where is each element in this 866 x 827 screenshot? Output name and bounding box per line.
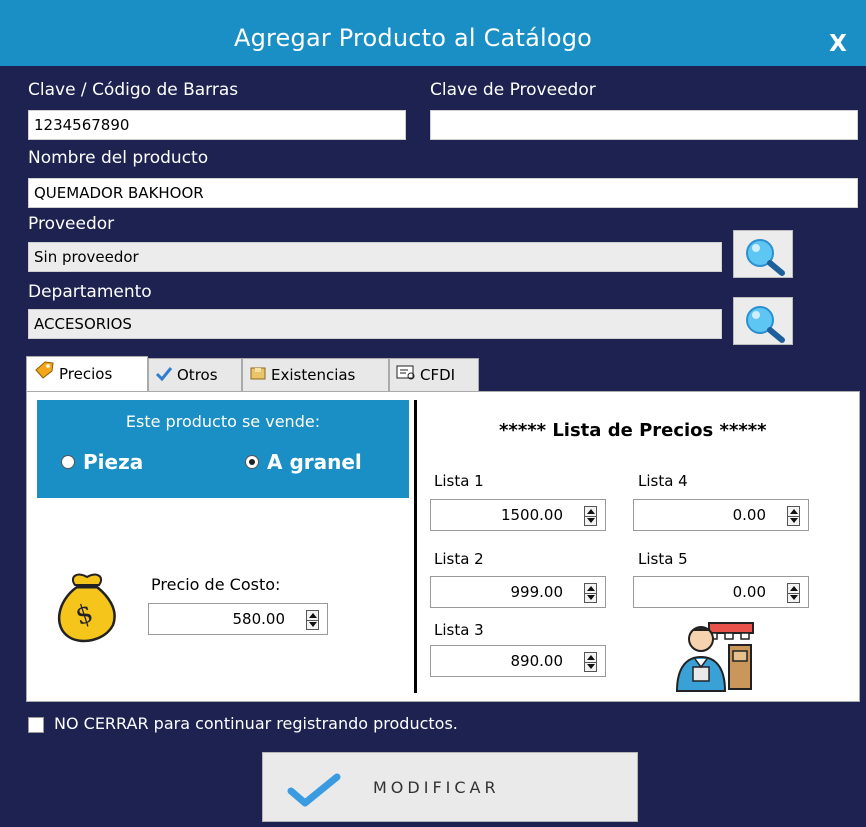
box-icon bbox=[249, 360, 267, 392]
lista-5-spin-arrows[interactable] bbox=[787, 583, 800, 603]
tab-otros[interactable]: Otros bbox=[148, 358, 242, 392]
lista-4-spinner[interactable]: 0.00 bbox=[633, 499, 809, 531]
departamento-input[interactable]: ACCESORIOS bbox=[28, 309, 722, 339]
tab-precios[interactable]: Precios bbox=[26, 356, 148, 392]
tab-existencias-label: Existencias bbox=[271, 366, 356, 384]
proveedor-search-button[interactable] bbox=[733, 230, 793, 278]
lista-5-label: Lista 5 bbox=[638, 550, 688, 568]
lista-1-label: Lista 1 bbox=[434, 472, 484, 490]
proveedor-input[interactable]: Sin proveedor bbox=[28, 242, 722, 272]
radio-pieza[interactable]: Pieza bbox=[61, 450, 143, 474]
invoice-icon bbox=[396, 360, 416, 392]
search-icon bbox=[746, 239, 785, 276]
sale-type-box: Este producto se vende: Pieza A granel bbox=[37, 400, 409, 498]
lista-3-label: Lista 3 bbox=[434, 621, 484, 639]
radio-pieza-label: Pieza bbox=[83, 450, 144, 474]
clave-proveedor-label: Clave de Proveedor bbox=[430, 80, 596, 100]
clave-input[interactable]: 1234567890 bbox=[28, 110, 406, 140]
lista-1-value: 1500.00 bbox=[500, 506, 563, 524]
modificar-label: MODIFICAR bbox=[373, 778, 500, 797]
lista-5-value: 0.00 bbox=[732, 583, 766, 601]
shopkeeper-icon bbox=[675, 622, 754, 692]
nombre-input[interactable]: QUEMADOR BAKHOOR bbox=[28, 178, 858, 208]
tab-precios-label: Precios bbox=[59, 365, 113, 383]
lista-1-spinner[interactable]: 1500.00 bbox=[430, 499, 606, 531]
checkmark-icon bbox=[287, 773, 341, 807]
sale-type-label: Este producto se vende: bbox=[125, 412, 321, 431]
lista-3-spinner[interactable]: 890.00 bbox=[430, 645, 606, 677]
radio-granel-label: A granel bbox=[267, 450, 362, 474]
no-cerrar-label: NO CERRAR para continuar registrando pro… bbox=[54, 714, 458, 733]
lista-3-spin-arrows[interactable] bbox=[584, 652, 597, 672]
proveedor-label: Proveedor bbox=[28, 214, 115, 234]
lista-2-spinner[interactable]: 999.00 bbox=[430, 576, 606, 608]
modificar-button[interactable]: MODIFICAR bbox=[262, 752, 638, 822]
precios-panel: Este producto se vende: Pieza A granel $… bbox=[26, 391, 860, 702]
lista-2-label: Lista 2 bbox=[434, 550, 484, 568]
title-bar: Agregar Producto al Catálogo X bbox=[0, 0, 866, 66]
no-cerrar-checkbox[interactable] bbox=[28, 717, 44, 733]
tab-otros-label: Otros bbox=[177, 366, 218, 384]
lista-2-spin-arrows[interactable] bbox=[584, 583, 597, 603]
panel-divider bbox=[414, 400, 417, 693]
lista-5-spinner[interactable]: 0.00 bbox=[633, 576, 809, 608]
tab-cfdi-label: CFDI bbox=[420, 366, 456, 384]
lista-precios-header: ***** Lista de Precios ***** bbox=[499, 420, 767, 441]
departamento-search-button[interactable] bbox=[733, 297, 793, 345]
price-tag-icon bbox=[33, 358, 55, 392]
lista-3-value: 890.00 bbox=[510, 652, 564, 670]
costo-spin-arrows[interactable] bbox=[306, 610, 319, 630]
clave-label: Clave / Código de Barras bbox=[28, 80, 239, 100]
nombre-label: Nombre del producto bbox=[28, 148, 209, 168]
lista-4-value: 0.00 bbox=[732, 506, 766, 524]
close-button[interactable]: X bbox=[822, 28, 854, 60]
search-icon bbox=[746, 306, 785, 343]
costo-label: Precio de Costo: bbox=[151, 575, 281, 594]
radio-granel[interactable]: A granel bbox=[245, 450, 362, 474]
lista-2-value: 999.00 bbox=[510, 583, 564, 601]
window-title: Agregar Producto al Catálogo bbox=[233, 24, 593, 52]
costo-value: 580.00 bbox=[232, 610, 286, 628]
clave-proveedor-input[interactable] bbox=[430, 110, 858, 140]
tab-existencias[interactable]: Existencias bbox=[242, 358, 389, 392]
radio-granel-indicator bbox=[245, 454, 259, 469]
radio-pieza-indicator bbox=[61, 454, 75, 469]
money-bag-icon: $ bbox=[57, 573, 116, 643]
departamento-label: Departamento bbox=[28, 282, 152, 302]
lista-1-spin-arrows[interactable] bbox=[584, 506, 597, 526]
tab-cfdi[interactable]: CFDI bbox=[389, 358, 479, 392]
costo-spinner[interactable]: 580.00 bbox=[148, 603, 328, 635]
checkmark-icon bbox=[155, 360, 173, 392]
lista-4-label: Lista 4 bbox=[638, 472, 688, 490]
lista-4-spin-arrows[interactable] bbox=[787, 506, 800, 526]
